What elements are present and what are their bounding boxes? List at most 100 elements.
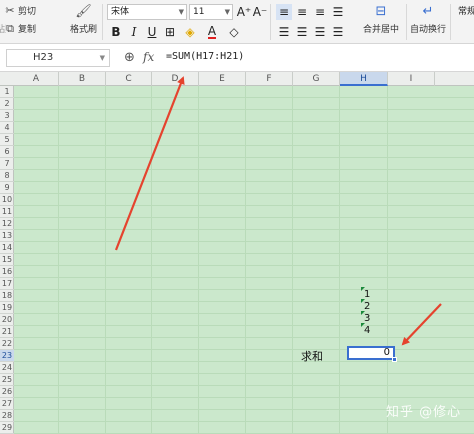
- align-center-button[interactable]: ☰: [294, 24, 310, 40]
- align-top-button[interactable]: ≡: [276, 4, 292, 20]
- row-header-18[interactable]: 18: [0, 290, 14, 302]
- scissors-icon: ✂: [5, 4, 15, 17]
- row-header-21[interactable]: 21: [0, 326, 14, 338]
- spreadsheet-grid[interactable]: ABCDEFGHI 1 2 3 4 5 6 7 8 9 10 11 12 13 14 15 16 17 18 19 2…: [0, 72, 474, 434]
- row-header-1[interactable]: 1: [0, 86, 14, 98]
- number-as-text-marker: [361, 311, 365, 315]
- row-header-28[interactable]: 28: [0, 410, 14, 422]
- paintbrush-icon: 🖌: [75, 3, 92, 19]
- shrink-font-button[interactable]: A⁻: [252, 4, 268, 20]
- row-header-2[interactable]: 2: [0, 98, 14, 110]
- row-header-4[interactable]: 4: [0, 122, 14, 134]
- cell-h19[interactable]: 2: [361, 299, 403, 312]
- align-justify-button[interactable]: ☰: [330, 4, 346, 20]
- number-as-text-marker: [361, 287, 365, 291]
- grow-font-button[interactable]: A⁺: [236, 4, 252, 20]
- row-header-15[interactable]: 15: [0, 254, 14, 266]
- copy-button[interactable]: ⧉ 复制: [4, 22, 37, 36]
- row-header-16[interactable]: 16: [0, 266, 14, 278]
- row-header-13[interactable]: 13: [0, 230, 14, 242]
- row-header-22[interactable]: 22: [0, 338, 14, 350]
- name-box[interactable]: H23 ▼: [6, 49, 110, 67]
- column-header-bar: ABCDEFGHI: [0, 72, 474, 86]
- gridline-horizontal: [14, 193, 474, 194]
- fx-icon[interactable]: fx: [143, 50, 154, 64]
- row-header-10[interactable]: 10: [0, 194, 14, 206]
- formula-input[interactable]: =SUM(H17:H21): [166, 51, 244, 62]
- column-header-h[interactable]: H: [340, 72, 388, 86]
- row-header-17[interactable]: 17: [0, 278, 14, 290]
- row-header-8[interactable]: 8: [0, 170, 14, 182]
- align-bottom-button[interactable]: ≡: [312, 4, 328, 20]
- row-header-20[interactable]: 20: [0, 314, 14, 326]
- fill-handle[interactable]: [392, 357, 397, 362]
- column-header-f[interactable]: F: [246, 72, 293, 86]
- cell-h21[interactable]: 4: [361, 323, 403, 336]
- row-header-5[interactable]: 5: [0, 134, 14, 146]
- row-header-26[interactable]: 26: [0, 386, 14, 398]
- zoom-icon[interactable]: ⊕: [124, 50, 135, 65]
- format-painter-label: 格式刷: [70, 25, 98, 35]
- row-header-25[interactable]: 25: [0, 374, 14, 386]
- row-header-6[interactable]: 6: [0, 146, 14, 158]
- row-header-11[interactable]: 11: [0, 206, 14, 218]
- copy-label: 复制: [18, 25, 37, 35]
- gridline-horizontal: [14, 349, 474, 350]
- clear-format-button[interactable]: ◇: [226, 24, 242, 40]
- wrap-text-icon: ↵: [422, 3, 434, 19]
- grow-font-icon: A⁺: [236, 5, 252, 19]
- row-header-9[interactable]: 9: [0, 182, 14, 194]
- column-header-i[interactable]: I: [388, 72, 435, 86]
- underline-button[interactable]: U: [144, 24, 160, 40]
- font-size-dropdown[interactable]: 11 ▼: [189, 4, 233, 20]
- merge-center-button[interactable]: ⊟ 合并居中: [363, 3, 399, 36]
- font-color-button[interactable]: A: [204, 24, 220, 40]
- align-right-button[interactable]: ☰: [312, 24, 328, 40]
- gridline-horizontal: [14, 181, 474, 182]
- format-painter-button[interactable]: 🖌 格式刷: [70, 3, 98, 36]
- wrap-text-label: 自动换行: [410, 25, 447, 35]
- column-header-b[interactable]: B: [59, 72, 106, 86]
- paste-button[interactable]: 粘贴: [0, 22, 6, 35]
- row-header-7[interactable]: 7: [0, 158, 14, 170]
- gridline-horizontal: [14, 289, 474, 290]
- row-header-14[interactable]: 14: [0, 242, 14, 254]
- active-cell-h23[interactable]: 0: [347, 346, 397, 362]
- column-header-g[interactable]: G: [293, 72, 340, 86]
- cell-h20[interactable]: 3: [361, 311, 403, 324]
- align-middle-button[interactable]: ≡: [294, 4, 310, 20]
- gridline-horizontal: [14, 277, 474, 278]
- gridline-vertical: [292, 86, 293, 434]
- row-header-29[interactable]: 29: [0, 422, 14, 434]
- column-header-e[interactable]: E: [199, 72, 246, 86]
- fill-color-button[interactable]: ◈: [182, 24, 198, 40]
- gridline-horizontal: [14, 97, 474, 98]
- row-header-23[interactable]: 23: [0, 350, 14, 362]
- gridline-horizontal: [14, 373, 474, 374]
- wrap-text-button[interactable]: ↵ 自动换行: [410, 3, 447, 36]
- row-header-24[interactable]: 24: [0, 362, 14, 374]
- font-name-dropdown[interactable]: 宋体 ▼: [107, 4, 187, 20]
- column-header-c[interactable]: C: [106, 72, 152, 86]
- cut-button[interactable]: ✂ 剪切: [4, 4, 36, 17]
- chevron-down-icon: ▼: [224, 8, 230, 16]
- paint-bucket-icon: ◈: [185, 25, 195, 39]
- watermark: 知乎 @修心: [386, 405, 462, 420]
- sum-label-cell[interactable]: 求和: [301, 348, 323, 364]
- row-header-12[interactable]: 12: [0, 218, 14, 230]
- column-header-d[interactable]: D: [152, 72, 199, 86]
- row-header-27[interactable]: 27: [0, 398, 14, 410]
- italic-button[interactable]: I: [126, 24, 142, 40]
- bold-button[interactable]: B: [108, 24, 124, 40]
- cell-h18[interactable]: 1: [361, 287, 403, 300]
- distribute-button[interactable]: ☰: [330, 24, 346, 40]
- column-header-a[interactable]: A: [14, 72, 59, 86]
- number-format-dropdown[interactable]: 常规: [454, 4, 474, 20]
- border-button[interactable]: ⊞: [162, 24, 178, 40]
- row-header-bar: 1 2 3 4 5 6 7 8 9 10 11 12 13 14 15 16 17 18 19 20 21 22 23 24 2…: [0, 86, 14, 434]
- align-left-button[interactable]: ☰: [276, 24, 292, 40]
- row-header-3[interactable]: 3: [0, 110, 14, 122]
- cell-grid[interactable]: 1 2 3 4 求和 0: [14, 86, 474, 434]
- row-header-19[interactable]: 19: [0, 302, 14, 314]
- paste-label: 粘贴: [0, 25, 6, 35]
